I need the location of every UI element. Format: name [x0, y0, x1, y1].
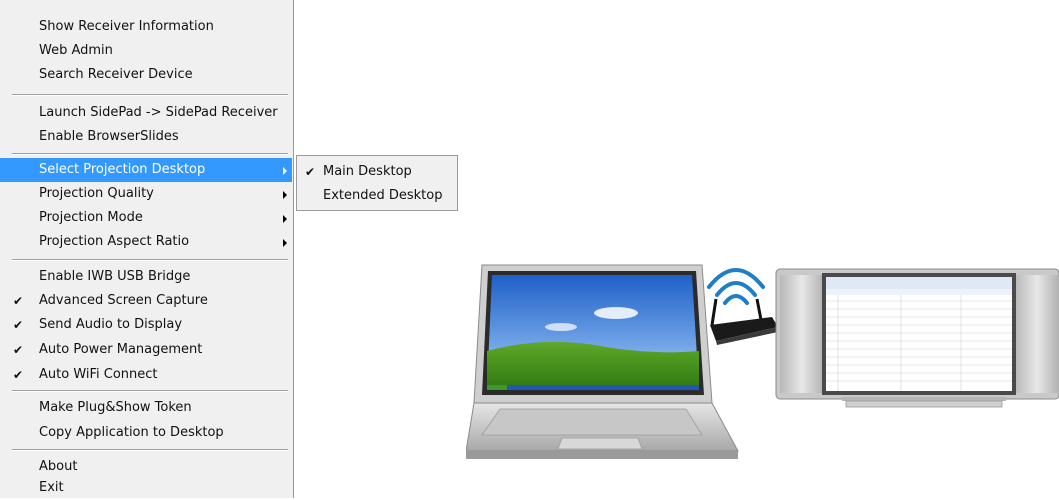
submenu-item-label: Extended Desktop [323, 188, 443, 203]
checkmark-icon: ✔ [13, 294, 24, 308]
menu-item-label: Enable IWB USB Bridge [39, 269, 191, 284]
menu-item-auto-wifi-connect[interactable]: ✔ Auto WiFi Connect [0, 363, 292, 387]
submenu-item-main-desktop[interactable]: ✔ Main Desktop [297, 160, 457, 184]
menu-separator [12, 259, 288, 261]
menu-item-advanced-screen-capture[interactable]: ✔ Advanced Screen Capture [0, 289, 292, 313]
menu-item-show-receiver-information[interactable]: Show Receiver Information [0, 15, 292, 39]
projector-display-icon [775, 268, 1059, 408]
menu-item-make-plug-show-token[interactable]: Make Plug&Show Token [0, 396, 292, 420]
menu-item-projection-mode[interactable]: Projection Mode [0, 206, 292, 230]
menu-item-exit[interactable]: Exit [0, 476, 292, 500]
checkmark-icon: ✔ [305, 165, 316, 179]
menu-item-projection-quality[interactable]: Projection Quality [0, 182, 292, 206]
menu-item-label: Exit [39, 480, 64, 495]
menu-item-select-projection-desktop[interactable]: Select Projection Desktop [0, 158, 292, 182]
submenu-projection-desktop: ✔ Main Desktop Extended Desktop [296, 155, 458, 211]
checkmark-icon: ✔ [13, 368, 24, 382]
menu-item-launch-sidepad[interactable]: Launch SidePad -> SidePad Receiver [0, 101, 292, 125]
submenu-arrow-icon [283, 167, 287, 175]
menu-item-label: Send Audio to Display [39, 317, 183, 332]
menu-item-label: Web Admin [39, 43, 113, 58]
menu-item-web-admin[interactable]: Web Admin [0, 39, 292, 63]
menu-item-search-receiver-device[interactable]: Search Receiver Device [0, 63, 292, 87]
context-menu: Show Receiver Information Web Admin Sear… [0, 0, 294, 498]
submenu-item-extended-desktop[interactable]: Extended Desktop [297, 184, 457, 208]
menu-item-label: Enable BrowserSlides [39, 129, 179, 144]
menu-item-label: Projection Quality [39, 186, 154, 201]
wireless-receiver-icon [710, 298, 778, 345]
menu-item-label: Select Projection Desktop [39, 162, 206, 177]
submenu-item-label: Main Desktop [323, 164, 412, 179]
menu-item-copy-application-to-desktop[interactable]: Copy Application to Desktop [0, 421, 292, 445]
menu-item-label: Copy Application to Desktop [39, 425, 224, 440]
wifi-signal-icon [707, 268, 765, 305]
checkmark-icon: ✔ [13, 343, 24, 357]
menu-separator [12, 94, 288, 96]
submenu-arrow-icon [283, 191, 287, 199]
submenu-arrow-icon [283, 239, 287, 247]
menu-item-label: Projection Mode [39, 210, 143, 225]
menu-item-label: Projection Aspect Ratio [39, 234, 190, 249]
menu-separator [12, 153, 288, 155]
menu-item-label: Make Plug&Show Token [39, 400, 192, 415]
menu-item-label: Auto Power Management [39, 342, 203, 357]
menu-separator [12, 449, 288, 451]
laptop-icon [466, 264, 739, 459]
menu-item-label: Show Receiver Information [39, 19, 214, 34]
checkmark-icon: ✔ [13, 318, 24, 332]
menu-item-send-audio-to-display[interactable]: ✔ Send Audio to Display [0, 313, 292, 337]
menu-item-auto-power-management[interactable]: ✔ Auto Power Management [0, 338, 292, 362]
menu-separator [12, 390, 288, 392]
menu-item-projection-aspect-ratio[interactable]: Projection Aspect Ratio [0, 230, 292, 254]
menu-item-label: Search Receiver Device [39, 67, 193, 82]
submenu-arrow-icon [283, 215, 287, 223]
projection-illustration [466, 264, 1059, 459]
menu-item-enable-browserslides[interactable]: Enable BrowserSlides [0, 125, 292, 149]
menu-item-label: Auto WiFi Connect [39, 367, 158, 382]
menu-item-enable-iwb-usb-bridge[interactable]: Enable IWB USB Bridge [0, 265, 292, 289]
menu-item-label: Advanced Screen Capture [39, 293, 208, 308]
menu-item-label: About [39, 459, 78, 474]
menu-item-label: Launch SidePad -> SidePad Receiver [39, 105, 278, 120]
